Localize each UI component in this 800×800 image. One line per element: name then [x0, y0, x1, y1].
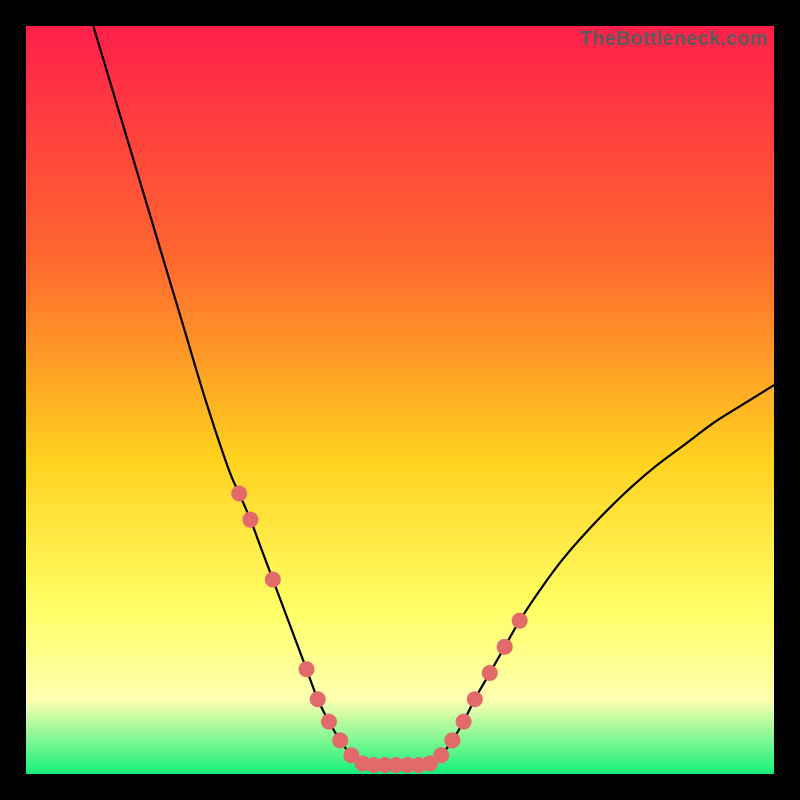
marker-left — [299, 661, 315, 677]
chart-frame: TheBottleneck.com — [26, 26, 774, 774]
marker-right — [456, 714, 472, 730]
marker-left — [310, 691, 326, 707]
bottleneck-chart — [26, 26, 774, 774]
marker-left — [265, 572, 281, 588]
marker-left — [332, 732, 348, 748]
marker-right — [512, 613, 528, 629]
marker-right — [482, 665, 498, 681]
marker-left — [321, 714, 337, 730]
marker-right — [444, 732, 460, 748]
gradient-background — [26, 26, 774, 774]
marker-left — [242, 512, 258, 528]
marker-right — [467, 691, 483, 707]
marker-right — [497, 639, 513, 655]
marker-floor — [422, 756, 438, 772]
attribution-text: TheBottleneck.com — [580, 28, 768, 51]
marker-left — [231, 486, 247, 502]
